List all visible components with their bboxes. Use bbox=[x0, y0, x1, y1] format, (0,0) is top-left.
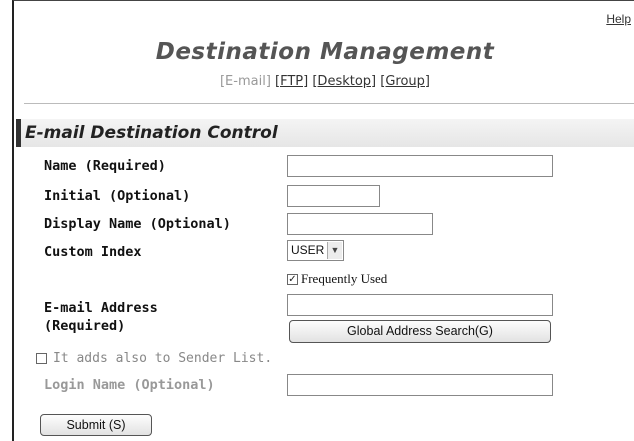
email-label-line1: E-mail Address bbox=[44, 300, 158, 316]
destination-tabs: [E-mail] [FTP] [Desktop] [Group] bbox=[14, 74, 634, 89]
name-label: Name (Required) bbox=[44, 158, 166, 174]
checkmark-icon: ✓ bbox=[288, 273, 297, 285]
login-name-input[interactable] bbox=[287, 374, 553, 396]
frequently-used-label: Frequently Used bbox=[301, 271, 388, 286]
frequently-used-row: ✓ Frequently Used bbox=[287, 271, 387, 287]
tab-ftp[interactable]: [FTP] bbox=[275, 74, 308, 89]
sender-list-row: It adds also to Sender List. bbox=[36, 351, 272, 366]
help-link[interactable]: Help bbox=[606, 12, 631, 26]
frequently-used-checkbox[interactable]: ✓ bbox=[287, 273, 298, 285]
submit-button[interactable]: Submit (S) bbox=[40, 414, 152, 436]
custom-index-label: Custom Index bbox=[44, 244, 142, 260]
custom-index-select[interactable]: USER 1 ▼ bbox=[287, 240, 344, 261]
divider bbox=[24, 103, 634, 104]
page-title: Destination Management bbox=[155, 39, 495, 65]
chevron-down-icon[interactable]: ▼ bbox=[327, 242, 342, 259]
name-input[interactable] bbox=[287, 155, 553, 177]
login-name-label: Login Name (Optional) bbox=[44, 377, 215, 393]
tab-email: [E-mail] bbox=[219, 74, 271, 89]
tab-desktop[interactable]: [Desktop] bbox=[312, 74, 376, 89]
initial-input[interactable] bbox=[287, 185, 380, 207]
email-label-line2: (Required) bbox=[44, 318, 126, 334]
sender-list-label: It adds also to Sender List. bbox=[53, 351, 273, 366]
section-title: E-mail Destination Control bbox=[16, 119, 634, 147]
initial-label: Initial (Optional) bbox=[44, 188, 191, 204]
email-input[interactable] bbox=[287, 294, 553, 316]
global-address-search-button[interactable]: Global Address Search(G) bbox=[289, 320, 551, 343]
sender-list-checkbox[interactable] bbox=[36, 353, 47, 364]
display-name-label: Display Name (Optional) bbox=[44, 216, 231, 232]
display-name-input[interactable] bbox=[287, 213, 433, 235]
tab-group[interactable]: [Group] bbox=[380, 74, 430, 89]
